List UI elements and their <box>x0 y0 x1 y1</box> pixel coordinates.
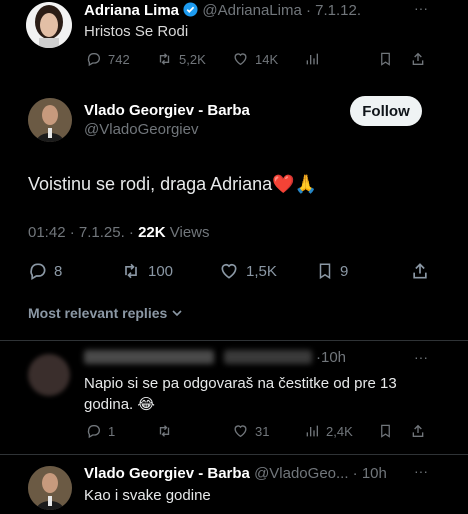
reply1-share-button[interactable] <box>410 423 426 439</box>
main-retweet-count: 100 <box>148 262 174 280</box>
views-icon <box>304 51 320 67</box>
main-bookmark-count: 9 <box>340 262 349 280</box>
share-icon <box>410 51 426 67</box>
main-share-button[interactable] <box>410 261 430 281</box>
tweet1-share-button[interactable] <box>410 51 426 67</box>
reply1-views-count: 2,4K <box>326 423 353 439</box>
divider <box>0 454 468 455</box>
avatar-vlado[interactable] <box>28 98 72 142</box>
reply1-text: Napio si se pa odgovaraš na čestitke od … <box>84 375 397 413</box>
main-tweet-views-count: 22K <box>138 224 166 241</box>
tweet1-like-button[interactable]: 14K <box>232 51 278 67</box>
reply1-blurred-name[interactable] <box>84 350 214 364</box>
retweet-icon <box>156 51 173 67</box>
tweet1-author-name[interactable]: Adriana Lima <box>84 2 179 19</box>
reply1-time[interactable]: ·10h <box>316 349 346 366</box>
views-icon <box>304 423 320 439</box>
avatar-adriana[interactable] <box>26 2 72 48</box>
divider <box>0 340 468 341</box>
tweet1-more-icon[interactable]: ··· <box>414 0 428 16</box>
reply1-like-button[interactable]: 31 <box>232 423 269 439</box>
main-like-button[interactable]: 1,5K <box>218 261 277 281</box>
reply-icon <box>28 261 48 281</box>
reply1-views-button[interactable]: 2,4K <box>304 423 353 439</box>
bookmark-icon <box>378 423 393 439</box>
tweet1-text: Hristos Se Rodi <box>84 23 189 40</box>
follow-button[interactable]: Follow <box>350 96 422 126</box>
tweet1-retweet-count: 5,2K <box>179 51 206 67</box>
tweet1-bookmark-button[interactable] <box>378 51 393 67</box>
bookmark-icon <box>316 261 334 281</box>
main-reply-button[interactable]: 8 <box>28 261 62 281</box>
tweet1-handle-time[interactable]: @AdrianaLima · 7.1.12. <box>202 2 361 19</box>
tweet1-reply-button[interactable]: 742 <box>86 51 130 67</box>
reply-icon <box>86 423 102 439</box>
main-author-handle[interactable]: @VladoGeorgiev <box>84 121 198 138</box>
tweet1-like-count: 14K <box>255 51 279 67</box>
avatar-adriana-image <box>26 2 72 48</box>
tweet1-reply-count: 742 <box>108 51 130 67</box>
reply-icon <box>86 51 102 67</box>
main-tweet-emoji: ❤️🙏 <box>272 174 317 194</box>
reply1-reply-button[interactable]: 1 <box>86 423 115 439</box>
main-reply-count: 8 <box>54 262 63 280</box>
reply2-handle-time[interactable]: @VladoGeo... · 10h <box>254 465 387 482</box>
bookmark-icon <box>378 51 393 67</box>
sort-replies-label: Most relevant replies <box>28 305 168 321</box>
reply2-author-name[interactable]: Vlado Georgiev - Barba <box>84 465 250 482</box>
verified-icon <box>183 2 198 21</box>
share-icon <box>410 423 426 439</box>
avatar-vlado-image <box>28 466 72 510</box>
main-author-name[interactable]: Vlado Georgiev - Barba <box>84 102 250 119</box>
main-tweet-text: Voistinu se rodi, draga Adriana <box>28 174 273 194</box>
main-bookmark-button[interactable]: 9 <box>316 261 348 281</box>
main-retweet-button[interactable]: 100 <box>120 261 173 281</box>
avatar-blurred[interactable] <box>28 354 70 396</box>
heart-icon <box>218 261 240 281</box>
reply1-retweet-button[interactable] <box>156 423 173 439</box>
avatar-vlado-image <box>28 98 72 142</box>
reply2-more-icon[interactable]: ··· <box>414 463 428 479</box>
reply1-like-count: 31 <box>255 423 270 439</box>
heart-icon <box>232 423 249 439</box>
main-tweet-timestamp[interactable]: 01:42 · 7.1.25. · <box>28 224 138 241</box>
reply1-more-icon[interactable]: ··· <box>414 349 428 365</box>
sort-replies-dropdown[interactable]: Most relevant replies <box>28 305 183 321</box>
tweet1-retweet-button[interactable]: 5,2K <box>156 51 206 67</box>
share-icon <box>410 261 430 281</box>
main-tweet-views-label: Views <box>165 224 210 241</box>
reply2-text: Kao i svake godine <box>84 487 211 504</box>
chevron-down-icon <box>171 307 183 319</box>
tweet1-views-button[interactable] <box>304 51 320 67</box>
heart-icon <box>232 51 249 67</box>
retweet-icon <box>156 423 173 439</box>
reply1-reply-count: 1 <box>108 423 116 439</box>
avatar-vlado[interactable] <box>28 466 72 510</box>
reply1-bookmark-button[interactable] <box>378 423 393 439</box>
reply1-blurred-handle[interactable] <box>224 350 312 364</box>
retweet-icon <box>120 261 142 281</box>
main-like-count: 1,5K <box>246 262 277 280</box>
